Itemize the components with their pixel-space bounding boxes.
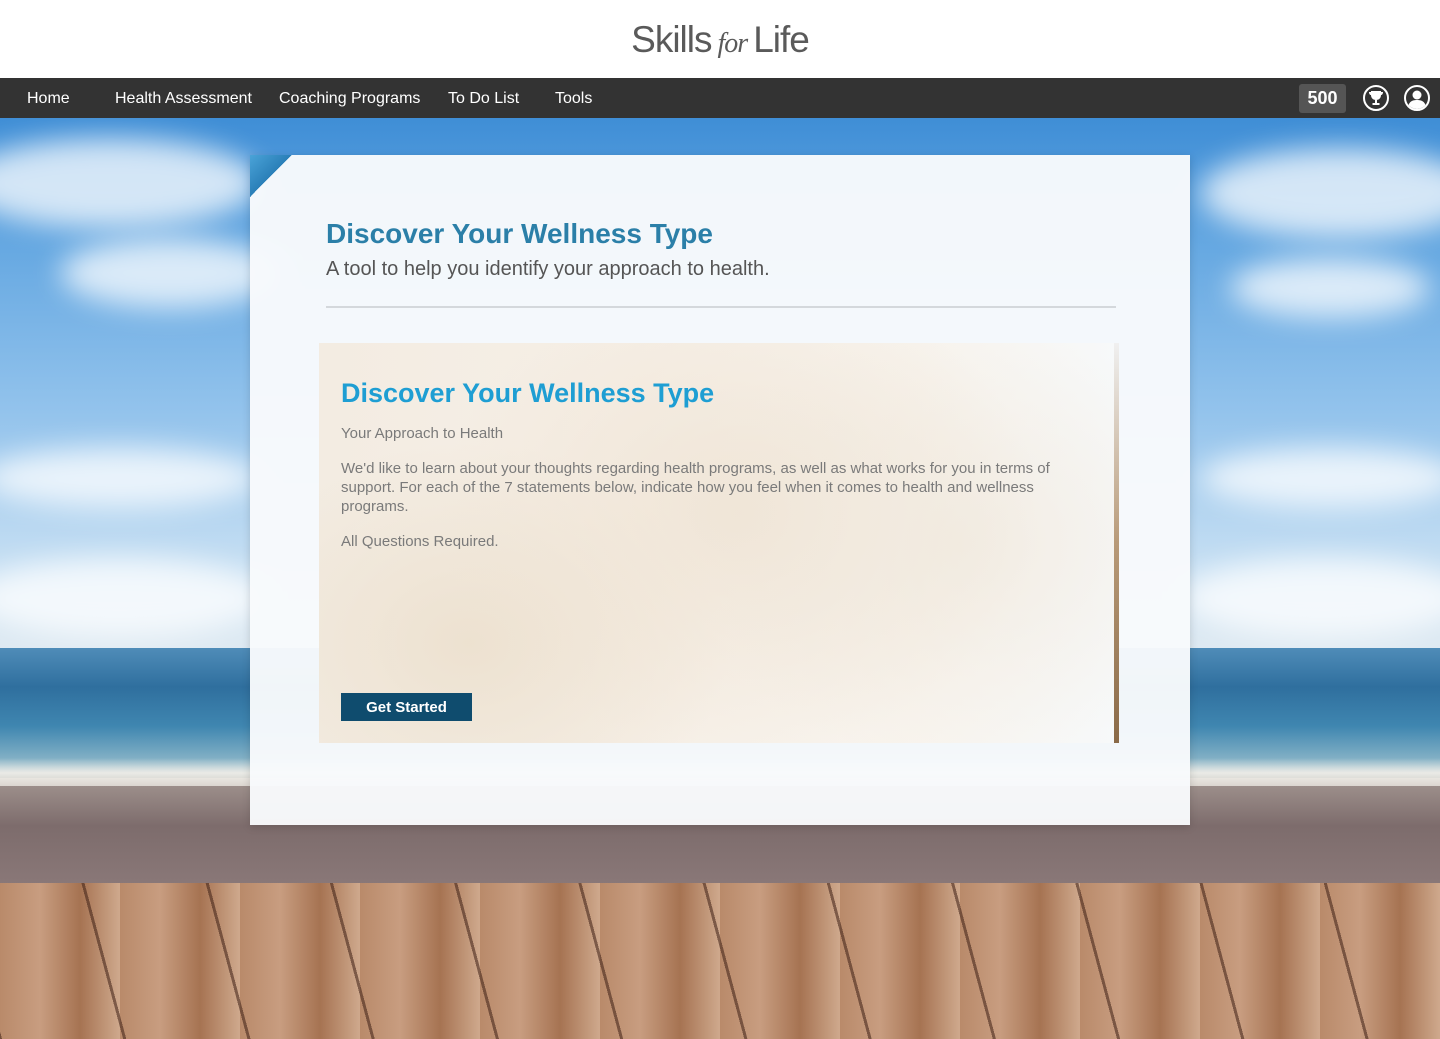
panel-edge [1114,343,1119,743]
cloud [1230,258,1430,318]
logo-word-life: Life [753,19,810,60]
nav-item-to-do-list[interactable]: To Do List [448,78,519,118]
nav-item-home[interactable]: Home [27,78,70,118]
points-badge[interactable]: 500 [1299,84,1346,113]
logo-word-for: for [717,28,749,59]
user-profile-icon[interactable] [1404,85,1430,111]
panel-description: We'd like to learn about your thoughts r… [341,460,1050,515]
site-logo[interactable]: Skills for Life [0,18,1440,66]
cloud [60,238,280,308]
page-fold-flap [250,155,292,197]
logo-word-skills: Skills [631,19,712,60]
panel-title: Discover Your Wellness Type [341,378,715,408]
page-title: Discover Your Wellness Type [326,218,713,249]
trophy-icon[interactable] [1363,85,1389,111]
page-subtitle: A tool to help you identify your approac… [326,258,770,280]
trophy-icon-graphic [1369,91,1383,105]
get-started-button[interactable]: Get Started [341,693,472,721]
divider [326,306,1116,308]
nav-item-coaching-programs[interactable]: Coaching Programs [279,78,420,118]
nav-item-tools[interactable]: Tools [555,78,592,118]
user-profile-icon-graphic [1408,90,1426,109]
brand-header: Skills for Life [0,0,1440,78]
panel-note: All Questions Required. [341,533,499,550]
panel-heading: Your Approach to Health [341,425,504,442]
wooden-deck [0,883,1440,1039]
nav-item-health-assessment[interactable]: Health Assessment [115,78,252,118]
